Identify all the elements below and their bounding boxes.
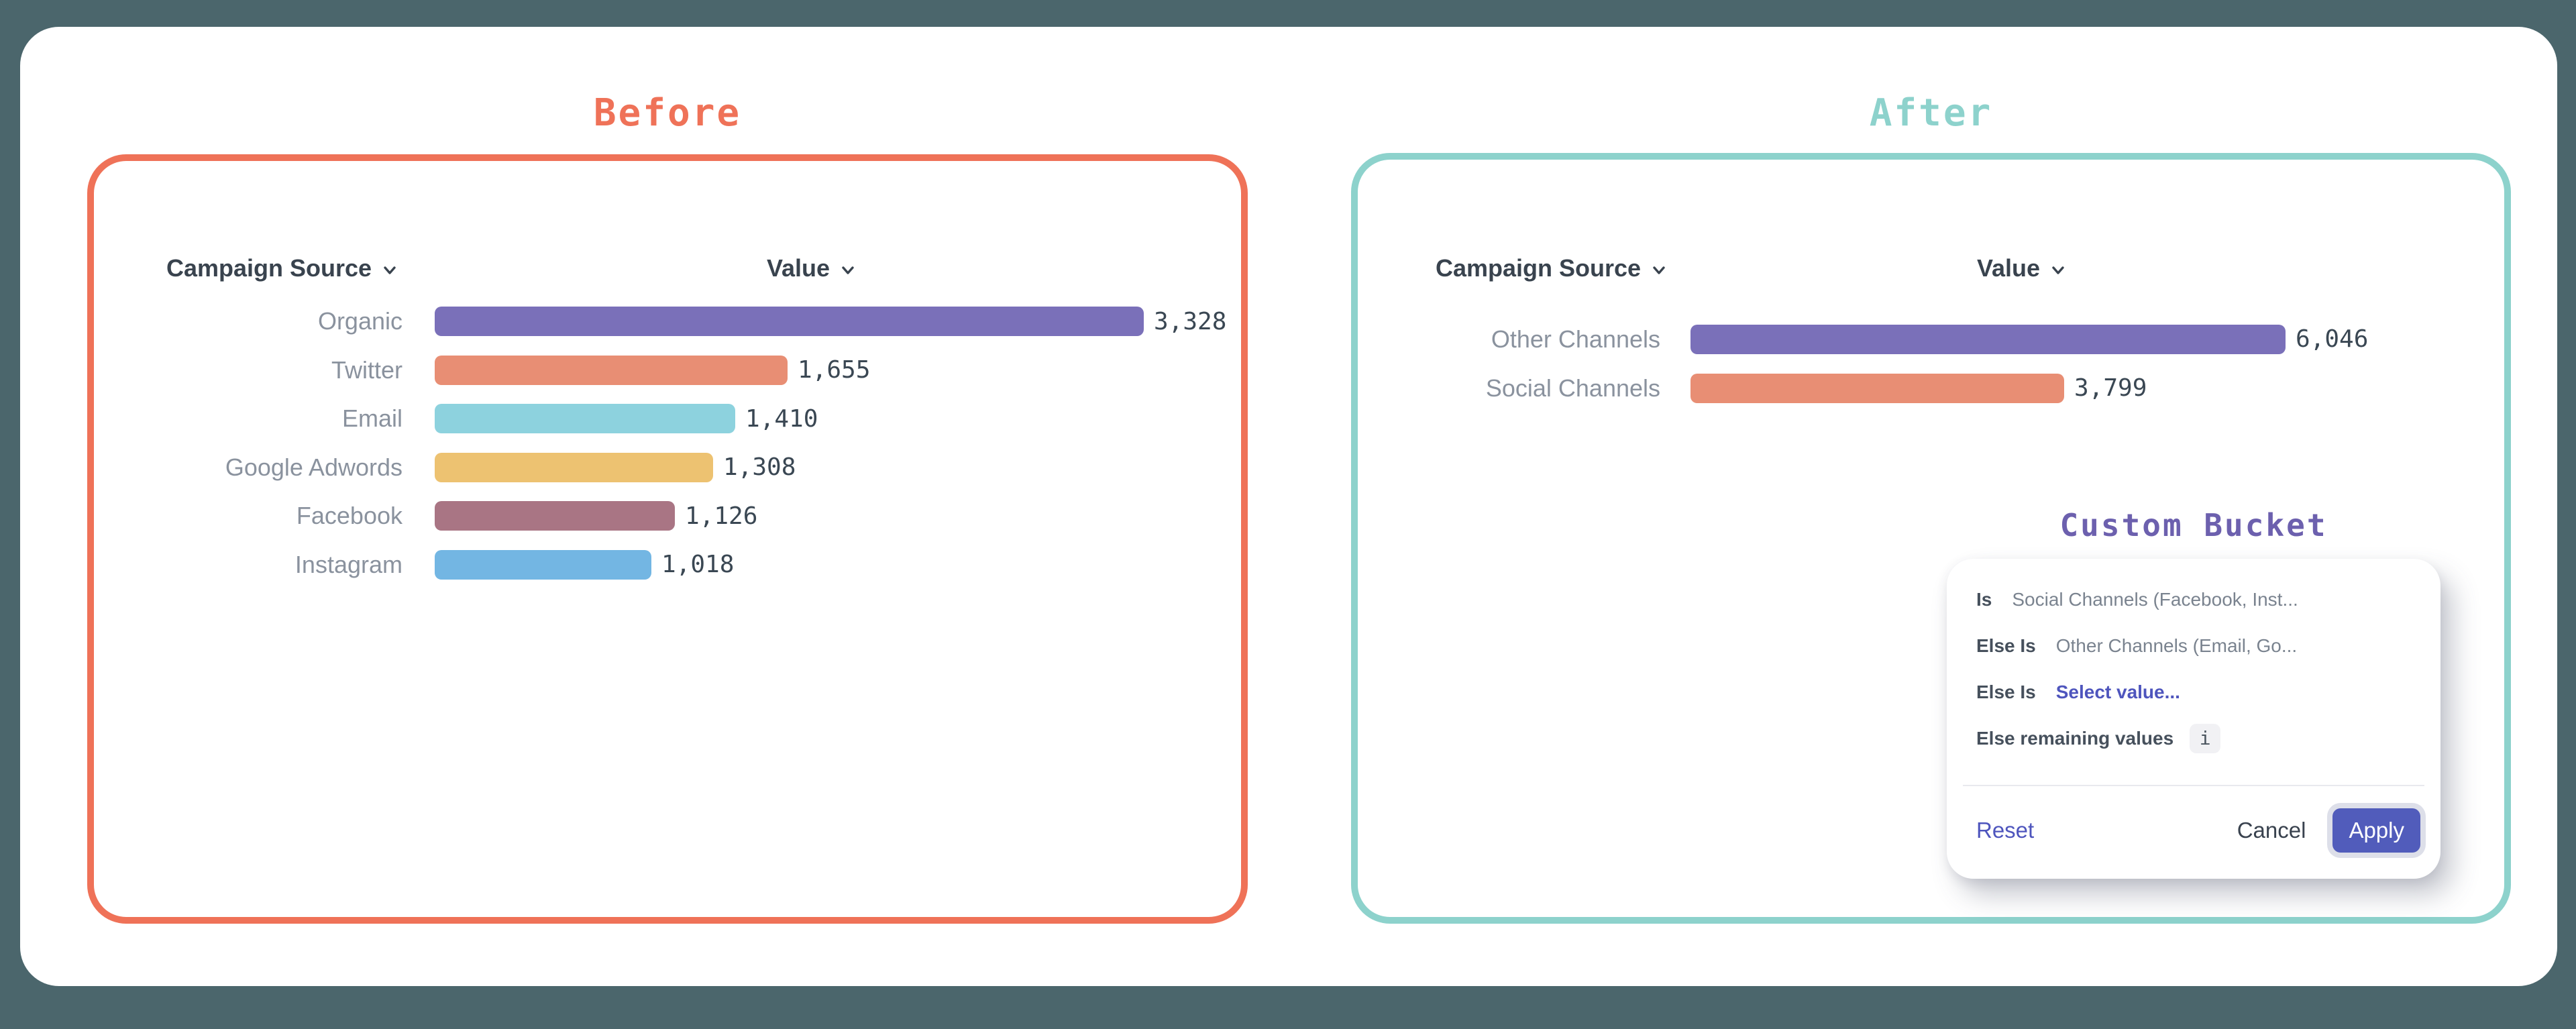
after-chart-header: Campaign Source Value — [1436, 248, 2482, 288]
bar-value: 6,046 — [2296, 325, 2368, 353]
table-row: Social Channels 3,799 — [1436, 364, 2482, 413]
table-row: Email 1,410 — [166, 394, 1214, 443]
table-row: Twitter 1,655 — [166, 346, 1214, 395]
row-label: Instagram — [166, 551, 402, 579]
chevron-down-icon[interactable] — [1649, 260, 1669, 280]
table-row: Organic 3,328 — [166, 297, 1214, 346]
before-dimension-header[interactable]: Campaign Source — [166, 248, 400, 288]
popup-divider — [1963, 785, 2424, 786]
chevron-down-icon[interactable] — [838, 260, 858, 280]
dimension-header-label: Campaign Source — [1436, 254, 1641, 282]
before-rows: Organic 3,328 Twitter 1,655 Email 1,410 … — [166, 297, 1214, 589]
measure-header-label: Value — [767, 254, 830, 282]
custom-bucket-title: Custom Bucket — [1947, 507, 2440, 543]
table-row: Instagram 1,018 — [166, 541, 1214, 590]
chevron-down-icon[interactable] — [380, 260, 400, 280]
condition-operator: Else Is — [1976, 635, 2036, 657]
before-chart-header: Campaign Source Value — [166, 248, 1214, 288]
bucket-condition-row: Else remaining values i — [1976, 715, 2420, 761]
bar-organic[interactable] — [435, 307, 1144, 336]
bar-social-channels[interactable] — [1690, 374, 2064, 403]
bucket-condition-row: Else Is Other Channels (Email, Go... — [1976, 622, 2420, 669]
bar-email[interactable] — [435, 404, 735, 433]
table-row: Facebook 1,126 — [166, 492, 1214, 541]
after-rows: Other Channels 6,046 Social Channels 3,7… — [1436, 315, 2482, 413]
row-label: Social Channels — [1436, 374, 1660, 402]
bar-value: 3,328 — [1154, 308, 1226, 335]
bucket-condition-row: Is Social Channels (Facebook, Inst... — [1976, 576, 2420, 622]
bar-value: 3,799 — [2074, 374, 2147, 402]
bar-instagram[interactable] — [435, 550, 651, 580]
row-label: Organic — [166, 307, 402, 335]
condition-operator: Is — [1976, 589, 1992, 610]
before-title: Before — [87, 91, 1248, 135]
row-label: Email — [166, 404, 402, 433]
row-label: Google Adwords — [166, 453, 402, 482]
comparison-card: Before Campaign Source Value Organic 3,3… — [20, 27, 2557, 986]
after-title: After — [1351, 91, 2511, 135]
bar-other-channels[interactable] — [1690, 325, 2286, 354]
row-label: Other Channels — [1436, 325, 1660, 354]
condition-value[interactable]: Other Channels (Email, Go... — [2056, 635, 2297, 657]
after-measure-header[interactable]: Value — [1977, 248, 2068, 288]
bar-google-adwords[interactable] — [435, 453, 713, 482]
reset-button[interactable]: Reset — [1976, 818, 2034, 843]
bar-value: 1,410 — [745, 405, 818, 433]
before-chart: Campaign Source Value Organic 3,328 Twit… — [166, 248, 1214, 589]
chevron-down-icon[interactable] — [2048, 260, 2068, 280]
measure-header-label: Value — [1977, 254, 2040, 282]
after-dimension-header[interactable]: Campaign Source — [1436, 248, 1669, 288]
dimension-header-label: Campaign Source — [166, 254, 372, 282]
info-icon[interactable]: i — [2190, 724, 2220, 753]
table-row: Google Adwords 1,308 — [166, 443, 1214, 492]
bar-value: 1,126 — [685, 502, 757, 530]
cancel-button[interactable]: Cancel — [2237, 818, 2306, 843]
bar-value: 1,308 — [723, 453, 796, 481]
bar-twitter[interactable] — [435, 356, 788, 385]
select-value-link[interactable]: Select value... — [2056, 682, 2180, 703]
popup-actions: Reset Cancel Apply — [1976, 802, 2420, 859]
bucket-condition-row: Else Is Select value... — [1976, 669, 2420, 715]
after-chart: Campaign Source Value Other Channels 6,0… — [1436, 248, 2482, 413]
table-row: Other Channels 6,046 — [1436, 315, 2482, 364]
before-measure-header[interactable]: Value — [767, 248, 858, 288]
condition-operator: Else remaining values — [1976, 728, 2174, 749]
bar-facebook[interactable] — [435, 501, 675, 531]
custom-bucket-popup: Is Social Channels (Facebook, Inst... El… — [1947, 559, 2440, 879]
bar-value: 1,655 — [798, 356, 870, 384]
row-label: Facebook — [166, 502, 402, 530]
bucket-conditions: Is Social Channels (Facebook, Inst... El… — [1976, 576, 2420, 761]
condition-operator: Else Is — [1976, 682, 2036, 703]
condition-value[interactable]: Social Channels (Facebook, Inst... — [2012, 589, 2298, 610]
row-label: Twitter — [166, 356, 402, 384]
bar-value: 1,018 — [661, 551, 734, 578]
apply-button[interactable]: Apply — [2332, 808, 2420, 853]
